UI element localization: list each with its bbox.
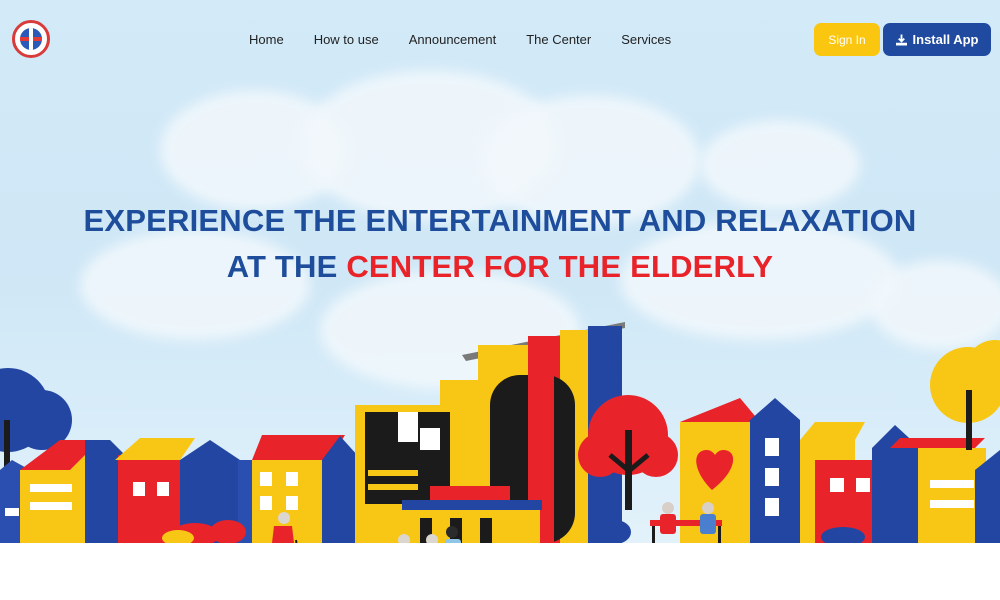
hero-line-1: EXPERIENCE THE ENTERTAINMENT AND RELAXAT… [83,203,917,238]
nav-the-center[interactable]: The Center [526,31,591,49]
hero-line-2-prefix: AT THE [226,249,347,284]
city-logo[interactable] [12,20,50,58]
install-app-button[interactable]: Install App [883,23,991,56]
sign-in-button[interactable]: Sign In [814,23,880,56]
city-illustration [0,322,1000,591]
download-icon [895,34,907,45]
main-nav: Home How to use Announcement The Center … [249,31,701,49]
sign-in-label: Sign In [828,32,866,47]
ground [0,543,1000,600]
landing-page: Home How to use Announcement The Center … [0,0,1000,600]
seal-icon [20,28,42,50]
nav-how-to-use[interactable]: How to use [314,31,379,49]
nav-announcement[interactable]: Announcement [409,31,496,49]
install-app-label: Install App [912,32,979,47]
hero-line-2: AT THE CENTER FOR THE ELDERLY [0,244,1000,290]
hero-line-2-highlight: CENTER FOR THE ELDERLY [346,249,774,284]
top-navbar: Home How to use Announcement The Center … [0,0,1000,78]
nav-home[interactable]: Home [249,31,284,49]
center-building [355,322,625,543]
hero-heading: EXPERIENCE THE ENTERTAINMENT AND RELAXAT… [0,198,1000,290]
nav-services[interactable]: Services [621,31,671,49]
